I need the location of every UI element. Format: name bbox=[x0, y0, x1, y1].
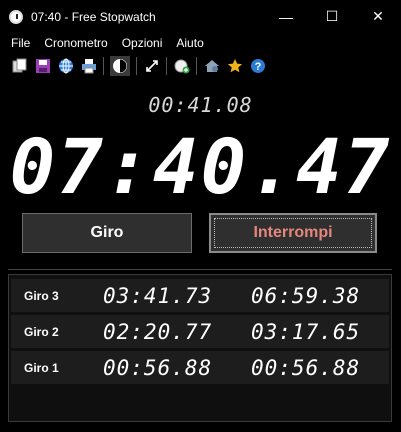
lap-row[interactable]: Giro 2 02:20.77 03:17.65 bbox=[11, 315, 389, 348]
lap-total-time: 00:56.88 bbox=[251, 355, 361, 380]
help-icon[interactable]: ? bbox=[249, 57, 266, 74]
toolbar-separator bbox=[196, 56, 197, 75]
minimize-button[interactable]: — bbox=[263, 0, 309, 33]
lap-button[interactable]: Giro bbox=[22, 213, 192, 253]
home-settings-icon[interactable] bbox=[203, 57, 220, 74]
lap-label: Giro 1 bbox=[24, 360, 59, 375]
print-icon[interactable] bbox=[80, 57, 97, 74]
toolbar: ? bbox=[0, 53, 401, 78]
lap-split-time: 03:41.73 bbox=[103, 283, 213, 308]
lap-row[interactable]: Giro 1 00:56.88 00:56.88 bbox=[11, 351, 389, 384]
main-elapsed-time: 07:40.47 bbox=[9, 122, 392, 211]
lap-label: Giro 2 bbox=[24, 324, 59, 339]
fullscreen-icon[interactable] bbox=[143, 57, 160, 74]
star-icon[interactable] bbox=[226, 57, 243, 74]
save-icon[interactable] bbox=[34, 57, 51, 74]
window-controls: — ☐ ✕ bbox=[263, 0, 401, 33]
title-bar: 07:40 - Free Stopwatch — ☐ ✕ bbox=[0, 0, 401, 33]
menu-stopwatch[interactable]: Cronometro bbox=[38, 36, 115, 50]
menu-bar: File Cronometro Opzioni Aiuto bbox=[0, 33, 401, 52]
current-lap-time: 00:41.08 bbox=[148, 93, 253, 117]
lap-total-time: 06:59.38 bbox=[251, 283, 361, 308]
laps-list[interactable]: Giro 3 03:41.73 06:59.38 Giro 2 02:20.77… bbox=[8, 274, 392, 422]
stop-button[interactable]: Interrompi bbox=[209, 213, 377, 253]
toolbar-separator bbox=[166, 56, 167, 75]
lap-total-time: 03:17.65 bbox=[251, 319, 361, 344]
toolbar-separator bbox=[136, 56, 137, 75]
globe-icon[interactable] bbox=[57, 57, 74, 74]
lap-label: Giro 3 bbox=[24, 288, 59, 303]
menu-options[interactable]: Opzioni bbox=[116, 36, 171, 50]
maximize-button[interactable]: ☐ bbox=[309, 0, 355, 33]
lap-row[interactable]: Giro 3 03:41.73 06:59.38 bbox=[11, 279, 389, 312]
add-alarm-icon[interactable] bbox=[173, 57, 190, 74]
lap-split-time: 02:20.77 bbox=[103, 319, 213, 344]
stopwatch-app-icon bbox=[9, 9, 23, 24]
stop-button-label: Interrompi bbox=[253, 224, 333, 241]
menu-help[interactable]: Aiuto bbox=[170, 36, 211, 50]
window-title: 07:40 - Free Stopwatch bbox=[31, 9, 156, 24]
toolbar-separator bbox=[103, 56, 104, 75]
close-button[interactable]: ✕ bbox=[355, 0, 401, 33]
menu-file[interactable]: File bbox=[0, 36, 38, 50]
divider bbox=[8, 269, 392, 270]
copy-icon[interactable] bbox=[11, 57, 28, 74]
theme-icon[interactable] bbox=[110, 55, 130, 76]
lap-split-time: 00:56.88 bbox=[103, 355, 213, 380]
svg-text:?: ? bbox=[254, 61, 261, 73]
